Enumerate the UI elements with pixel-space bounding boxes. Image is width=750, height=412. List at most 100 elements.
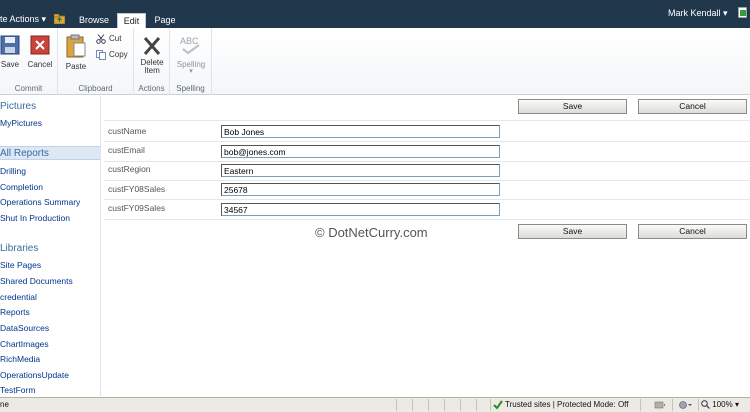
spell-check-icon: ABC [180,36,200,55]
field-label-custname: custName [108,126,147,136]
commit-group-label: Commit [14,84,43,93]
tab-browse[interactable]: Browse [72,13,116,28]
settings-icon[interactable] [678,400,692,410]
ribbon-save-button[interactable]: Save [0,34,26,69]
page-edit-icon[interactable] [738,7,748,18]
paste-button[interactable]: Paste [60,34,92,71]
protected-mode-icon[interactable] [654,400,666,410]
ribbon-cancel-button[interactable]: Cancel [24,34,56,69]
ribbon-save-label: Save [0,60,20,69]
navigate-up-icon[interactable] [54,14,65,24]
nav-item-site-pages[interactable]: Site Pages [0,260,41,270]
custname-input[interactable] [221,125,500,138]
status-divider [444,399,445,411]
browser-status-bar: ne Trusted sites | Protected Mode: Off 1… [0,397,750,412]
user-menu[interactable]: Mark Kendall ▾ [668,8,728,19]
chevron-down-icon: ▾ [723,8,728,18]
watermark-text: © DotNetCurry.com [315,225,428,240]
field-label-custfy09sales: custFY09Sales [108,203,166,213]
chevron-down-icon: ▾ [41,14,47,24]
status-divider [490,399,491,411]
cut-button[interactable]: Cut [96,34,121,44]
status-divider [460,399,461,411]
form-divider [104,199,750,200]
form-divider [104,180,750,181]
security-zone-text: Trusted sites | Protected Mode: Off [505,400,629,410]
nav-item-drilling[interactable]: Drilling [0,166,26,176]
spell-check-text: ABC [180,36,199,46]
status-divider [412,399,413,411]
field-label-custfy08sales: custFY08Sales [108,184,166,194]
status-divider [640,399,641,411]
user-name: Mark Kendall [668,8,721,18]
cancel-button[interactable]: Cancel [638,99,747,114]
nav-item-operationsupdate[interactable]: OperationsUpdate [0,370,69,380]
zoom-control[interactable]: 100% ▾ [701,400,739,410]
custfy08sales-input[interactable] [221,183,500,196]
site-actions-menu[interactable]: te Actions ▾ [0,14,46,25]
actions-group-label: Actions [138,84,165,93]
ribbon: Save Cancel Commit Paste Cut Copy Clipbo… [0,28,750,95]
custregion-input[interactable] [221,164,500,177]
nav-item-completion[interactable]: Completion [0,182,43,192]
site-actions-label: te Actions [0,14,40,24]
tab-page[interactable]: Page [148,13,182,28]
nav-item-credential[interactable]: credential [0,292,37,302]
clipboard-group-label: Clipboard [78,84,113,93]
spelling-group: ABC Spelling ▾ Spelling [170,28,212,95]
actions-group: Delete Item Actions [134,28,170,95]
form-divider [104,219,750,220]
zoom-level: 100% [712,400,733,409]
nav-head-libraries[interactable]: Libraries [0,243,38,254]
chevron-down-icon: ▾ [189,68,193,75]
clipboard-group: Paste Cut Copy Clipboard [58,28,134,95]
tab-edit[interactable]: Edit [117,13,146,28]
scissors-icon [96,34,106,44]
nav-head-all-reports[interactable]: All Reports [0,146,100,160]
custemail-input[interactable] [221,145,500,158]
spelling-group-label: Spelling [176,84,205,93]
commit-group: Save Cancel Commit [0,28,58,95]
delete-icon [143,37,161,55]
field-label-custemail: custEmail [108,145,145,155]
spelling-button[interactable]: ABC Spelling ▾ [175,34,207,75]
chevron-down-icon: ▾ [734,400,739,409]
paste-label: Paste [65,62,87,71]
nav-item-mypictures[interactable]: MyPictures [0,118,42,128]
form-divider [104,161,750,162]
custfy09sales-input[interactable] [221,203,500,216]
nav-item-testform[interactable]: TestForm [0,385,35,395]
nav-head-pictures[interactable]: Pictures [0,101,36,112]
magnifier-icon [701,400,710,410]
checkmark-icon [493,400,503,410]
nav-item-richmedia[interactable]: RichMedia [0,354,40,364]
status-divider [698,399,699,411]
quick-launch-nav: Pictures MyPictures All Reports Drilling… [0,96,101,396]
copy-button[interactable]: Copy [96,50,128,60]
ribbon-cancel-label: Cancel [27,60,53,69]
top-bar: te Actions ▾ Browse Edit Page Mark Kenda… [0,0,750,28]
status-divider [672,399,673,411]
status-divider [476,399,477,411]
delete-item-button[interactable]: Delete Item [136,34,168,75]
save-button[interactable]: Save [518,99,627,114]
nav-item-chartimages[interactable]: ChartImages [0,339,49,349]
cancel-icon [30,35,50,55]
status-divider [396,399,397,411]
paste-icon [66,34,86,58]
cancel-button-bottom[interactable]: Cancel [638,224,747,239]
copy-label: Copy [109,50,128,60]
status-text: ne [0,400,9,409]
copy-icon [96,50,106,60]
nav-item-operations-summary[interactable]: Operations Summary [0,197,80,207]
nav-item-shared-documents[interactable]: Shared Documents [0,276,73,286]
save-button-bottom[interactable]: Save [518,224,627,239]
nav-item-datasources[interactable]: DataSources [0,323,49,333]
security-zone[interactable]: Trusted sites | Protected Mode: Off [493,400,628,410]
form-divider [104,120,750,121]
nav-item-reports[interactable]: Reports [0,307,30,317]
cut-label: Cut [109,34,122,44]
nav-item-shut-in-production[interactable]: Shut In Production [0,213,70,223]
field-label-custregion: custRegion [108,164,151,174]
form-divider [104,141,750,142]
